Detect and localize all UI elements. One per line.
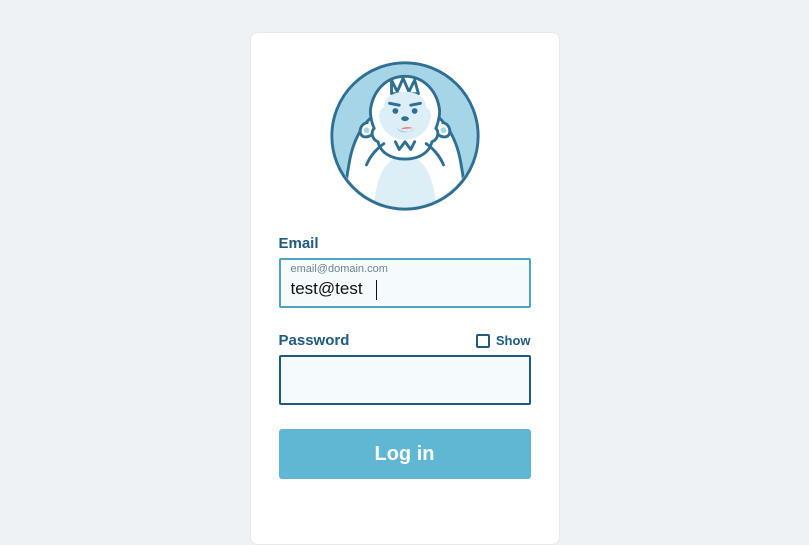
yeti-avatar-icon [328, 59, 482, 213]
text-caret [376, 280, 377, 300]
email-input[interactable] [279, 258, 531, 308]
login-card: Email email@domain.com Password Show Log… [250, 32, 560, 545]
login-button[interactable]: Log in [279, 429, 531, 479]
show-password-toggle[interactable]: Show [476, 333, 531, 348]
avatar-wrap [279, 59, 531, 213]
password-input[interactable] [279, 355, 531, 405]
email-input-wrap: email@domain.com [279, 258, 531, 308]
checkbox-icon [476, 334, 490, 348]
show-password-label: Show [496, 333, 531, 348]
password-input-wrap [279, 355, 531, 405]
password-label: Password [279, 332, 350, 349]
email-label: Email [279, 235, 531, 252]
